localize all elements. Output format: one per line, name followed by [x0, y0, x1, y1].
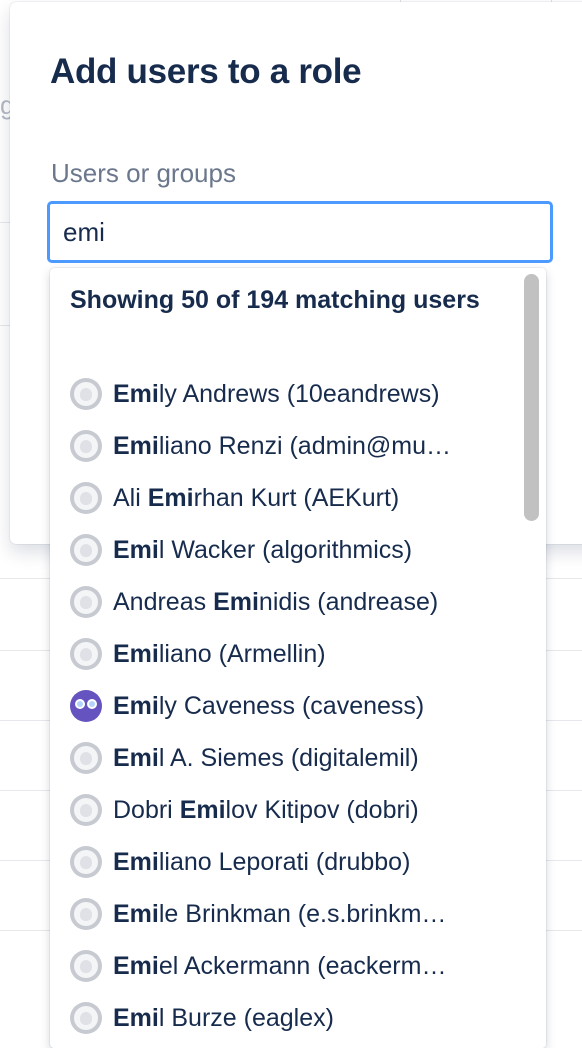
user-name-suffix: liano (Armellin): [158, 639, 326, 668]
user-name-suffix: liano Leporati (drubbo): [158, 847, 411, 876]
user-name-suffix: liano Renzi (admin@mu…: [158, 431, 452, 460]
user-option-label: Emiliano Renzi (admin@mu…: [113, 432, 451, 461]
default-avatar-icon: [70, 1002, 102, 1034]
user-name-prefix: Andreas: [113, 587, 214, 616]
user-name-match-highlight: Emi: [113, 639, 159, 668]
users-search-field[interactable]: [47, 201, 553, 263]
user-option[interactable]: Emiliano Leporati (drubbo): [50, 836, 520, 888]
user-option[interactable]: Emiliano (Armellin): [50, 628, 520, 680]
dropdown-scrollbar-thumb[interactable]: [524, 274, 539, 521]
user-name-suffix: lov Kitipov (dobri): [225, 795, 419, 824]
default-avatar-icon: [70, 638, 102, 670]
default-avatar-icon: [70, 898, 102, 930]
default-avatar-icon: [70, 794, 102, 826]
user-option-label: Andreas Eminidis (andrease): [113, 588, 438, 617]
user-name-match-highlight: Emi: [113, 431, 159, 460]
user-suggestions-list: Emily Andrews (10eandrews) Emiliano Renzi…: [50, 368, 520, 1044]
default-avatar-icon: [70, 846, 102, 878]
user-name-match-highlight: Emi: [113, 899, 159, 928]
user-name-suffix: ly Andrews (10eandrews): [158, 379, 440, 408]
default-avatar-icon: [70, 586, 102, 618]
user-name-prefix: Ali: [113, 483, 148, 512]
users-or-groups-label: Users or groups: [51, 158, 236, 188]
user-option[interactable]: Emily Andrews (10eandrews): [50, 368, 520, 420]
user-name-suffix: el Ackermann (eackerm…: [158, 951, 447, 980]
user-name-match-highlight: Emi: [213, 587, 259, 616]
user-option-label: Emiliano Leporati (drubbo): [113, 848, 410, 877]
user-name-suffix: rhan Kurt (AEKurt): [193, 483, 400, 512]
default-avatar-icon: [70, 482, 102, 514]
user-option[interactable]: Ali Emirhan Kurt (AEKurt): [50, 472, 520, 524]
user-option[interactable]: Emiel Ackermann (eackerm…: [50, 940, 520, 992]
user-option-label: Emily Andrews (10eandrews): [113, 380, 440, 409]
users-search-input[interactable]: [50, 204, 550, 260]
user-option[interactable]: Emile Brinkman (e.s.brinkm…: [50, 888, 520, 940]
user-option-label: Emil Wacker (algorithmics): [113, 536, 412, 565]
user-option[interactable]: Emil Wacker (algorithmics): [50, 524, 520, 576]
default-avatar-icon: [70, 950, 102, 982]
user-name-match-highlight: Emi: [113, 691, 159, 720]
user-name-suffix: l Wacker (algorithmics): [158, 535, 413, 564]
default-avatar-icon: [70, 534, 102, 566]
user-name-match-highlight: Emi: [113, 847, 159, 876]
default-avatar-icon: [70, 742, 102, 774]
user-name-suffix: nidis (andrease): [258, 587, 439, 616]
background-text-fragment: g: [0, 90, 10, 120]
user-option[interactable]: Emily Caveness (caveness): [50, 680, 520, 732]
user-name-match-highlight: Emi: [147, 483, 194, 512]
results-count-heading: Showing 50 of 194 matching users: [70, 286, 480, 314]
user-option-label: Emil A. Siemes (digitalemil): [113, 744, 419, 773]
user-option-label: Dobri Emilov Kitipov (dobri): [113, 796, 419, 825]
user-option[interactable]: Emil A. Siemes (digitalemil): [50, 732, 520, 784]
user-name-match-highlight: Emi: [113, 951, 159, 980]
user-option[interactable]: Andreas Eminidis (andrease): [50, 576, 520, 628]
user-name-match-highlight: Emi: [113, 743, 159, 772]
user-option[interactable]: Emiliano Renzi (admin@mu…: [50, 420, 520, 472]
user-option-label: Emile Brinkman (e.s.brinkm…: [113, 900, 446, 929]
user-suggestions-dropdown[interactable]: Showing 50 of 194 matching users Emily A…: [50, 268, 546, 1048]
user-name-match-highlight: Emi: [113, 379, 159, 408]
user-name-match-highlight: Emi: [113, 535, 159, 564]
user-option-label: Emily Caveness (caveness): [113, 692, 424, 721]
user-name-suffix: ly Caveness (caveness): [158, 691, 425, 720]
user-option-label: Ali Emirhan Kurt (AEKurt): [113, 484, 399, 513]
owl-avatar-icon: [70, 690, 102, 722]
user-name-suffix: l A. Siemes (digitalemil): [158, 743, 419, 772]
user-option-label: Emiliano (Armellin): [113, 640, 326, 669]
user-name-suffix: le Brinkman (e.s.brinkm…: [158, 899, 447, 928]
user-option-label: Emil Burze (eaglex): [113, 1004, 334, 1033]
dialog-title: Add users to a role: [50, 52, 362, 91]
user-option[interactable]: Emil Burze (eaglex): [50, 992, 520, 1044]
user-name-match-highlight: Emi: [179, 795, 226, 824]
user-name-prefix: Dobri: [113, 795, 180, 824]
default-avatar-icon: [70, 378, 102, 410]
user-option[interactable]: Dobri Emilov Kitipov (dobri): [50, 784, 520, 836]
default-avatar-icon: [70, 430, 102, 462]
user-option-label: Emiel Ackermann (eackerm…: [113, 952, 446, 981]
